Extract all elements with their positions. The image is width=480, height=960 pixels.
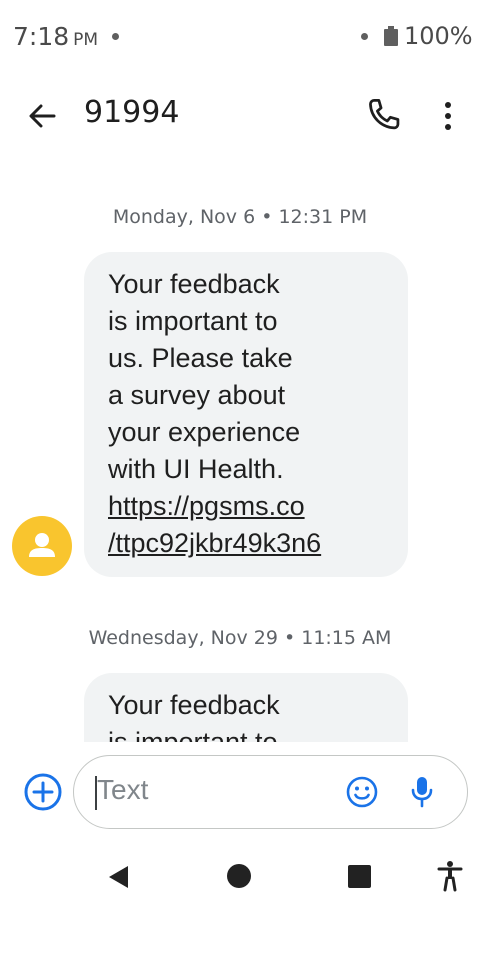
more-options-button[interactable]: [428, 94, 468, 138]
back-button[interactable]: [20, 94, 64, 138]
signal-dot-icon: [361, 33, 368, 40]
phone-icon: [369, 99, 400, 130]
call-button[interactable]: [362, 94, 406, 138]
more-vert-icon: [445, 102, 451, 130]
person-icon: [29, 533, 55, 557]
nav-home-icon[interactable]: [227, 864, 251, 888]
accessibility-icon: [437, 861, 463, 892]
message-text-line: us. Please take: [108, 343, 293, 373]
message-text-line: your experience: [108, 417, 301, 447]
message-bubble[interactable]: Your feedback is important to us. Please…: [84, 252, 408, 577]
message-list[interactable]: Monday, Nov 6 • 12:31 PM Your feedback i…: [0, 160, 480, 742]
message-input[interactable]: Text: [73, 755, 468, 829]
message-text-line: a survey about: [108, 380, 286, 410]
compose-bar: Text: [0, 745, 480, 840]
nav-back-button[interactable]: [104, 862, 134, 892]
emoji-icon: [346, 776, 378, 808]
message-text-line: with UI Health.: [108, 454, 284, 484]
system-nav-bar: [0, 840, 480, 960]
accessibility-button[interactable]: [436, 860, 464, 892]
nav-recents-icon[interactable]: [348, 865, 371, 888]
survey-link[interactable]: /ttpc92jkbr49k3n6: [108, 525, 388, 562]
date-divider: Wednesday, Nov 29 • 11:15 AM: [88, 627, 392, 649]
battery-percentage: 100%: [404, 22, 473, 50]
message-text-line: is important to: [108, 727, 278, 742]
status-time-ampm: PM: [73, 30, 99, 50]
status-time: 7:18 PM: [13, 22, 98, 51]
nav-back-icon: [109, 866, 128, 888]
date-divider: Monday, Nov 6 • 12:31 PM: [112, 206, 368, 228]
messages-screen: 7:18 PM 100% 91994 Monday, Nov 6 • 12:31…: [0, 0, 480, 960]
add-circle-icon: [24, 773, 62, 811]
emoji-button[interactable]: [345, 775, 379, 809]
survey-link[interactable]: https://pgsms.co: [108, 488, 388, 525]
attach-button[interactable]: [22, 771, 64, 813]
message-text-line: is important to: [108, 306, 278, 336]
back-arrow-icon: [29, 104, 56, 128]
status-time-value: 7:18: [13, 22, 70, 51]
message-text-line: Your feedback: [108, 690, 280, 720]
message-text-line: Your feedback: [108, 269, 280, 299]
battery-icon: [384, 26, 398, 46]
mic-icon: [411, 777, 433, 808]
contact-title: 91994: [84, 95, 180, 130]
notification-dot-icon: [112, 33, 119, 40]
status-bar: 7:18 PM 100%: [0, 0, 480, 72]
voice-input-button[interactable]: [408, 774, 436, 810]
sender-avatar[interactable]: [12, 516, 72, 576]
message-bubble[interactable]: Your feedback is important to: [84, 673, 408, 742]
conversation-header: 91994: [0, 80, 480, 150]
message-input-placeholder: Text: [97, 774, 149, 805]
